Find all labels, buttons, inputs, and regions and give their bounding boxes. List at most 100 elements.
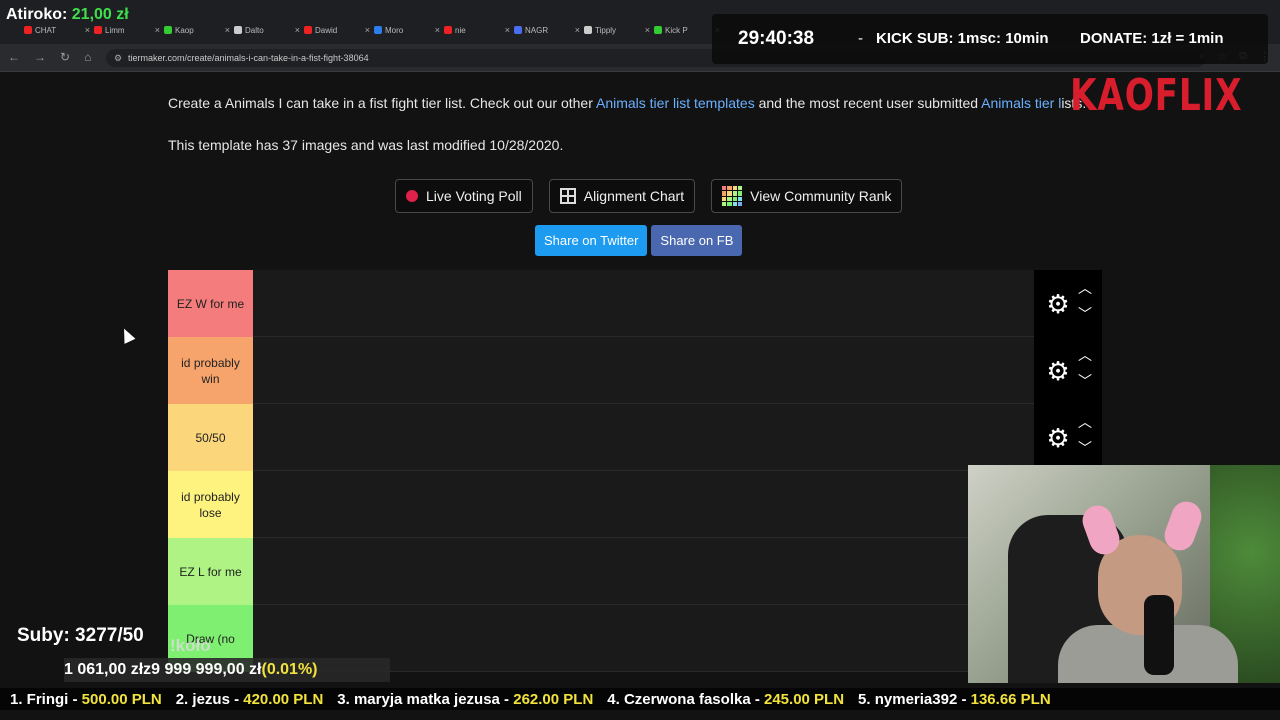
favicon-icon <box>514 26 522 34</box>
action-buttons: Live Voting Poll Alignment Chart View Co… <box>395 179 903 213</box>
tier-label[interactable]: EZ L for me <box>168 538 253 605</box>
goal-current: 1 061,00 zł <box>64 661 144 678</box>
donor-amount: 262.00 PLN <box>513 690 594 708</box>
gear-icon[interactable]: ⚙ <box>1044 424 1072 452</box>
back-icon[interactable]: ← <box>8 50 20 64</box>
close-tab-icon[interactable]: × <box>505 25 510 35</box>
gear-icon[interactable]: ⚙ <box>1044 290 1072 318</box>
goal-separator: z <box>143 661 152 678</box>
close-tab-icon[interactable]: × <box>295 25 300 35</box>
browser-tab[interactable]: Dalto × <box>234 22 300 38</box>
goal-percent: (0.01%) <box>261 661 318 678</box>
view-community-rank-button[interactable]: View Community Rank <box>711 179 903 213</box>
close-tab-icon[interactable]: × <box>225 25 230 35</box>
tier-row[interactable]: id probably lose <box>168 471 1102 538</box>
wheel-command: !koło <box>170 636 211 655</box>
color-cell <box>732 191 737 196</box>
browser-tab[interactable]: Dawid × <box>304 22 370 38</box>
browser-tab[interactable]: Kick P× <box>654 22 720 38</box>
tier-row[interactable]: id probably win ⚙ ︿ ﹀ <box>168 337 1102 404</box>
record-dot-icon <box>406 190 418 202</box>
color-cell <box>732 196 737 201</box>
move-up-icon[interactable]: ︿ <box>1078 412 1092 432</box>
animals-tier-lists-link[interactable]: Animals tier l <box>981 95 1061 111</box>
tab-label: Limm <box>105 25 125 35</box>
close-tab-icon[interactable]: × <box>365 25 370 35</box>
move-down-icon[interactable]: ﹀ <box>1078 438 1092 458</box>
ticker-entry: 2. jezus - 420.00 PLN <box>176 691 324 708</box>
tier-row[interactable]: EZ W for me ⚙ ︿ ﹀ <box>168 270 1102 337</box>
tab-label: Kaop <box>175 25 194 35</box>
favicon-icon <box>584 26 592 34</box>
tier-controls: ⚙ ︿ ﹀ <box>1034 404 1102 471</box>
home-icon[interactable]: ⌂ <box>84 50 91 64</box>
browser-tab[interactable]: Moro × <box>374 22 440 38</box>
favicon-icon <box>234 26 242 34</box>
site-info-icon[interactable]: ⚙ <box>114 49 122 67</box>
browser-tab[interactable]: Limm × <box>94 22 160 38</box>
kaoflix-logo: KAOFLIX <box>1070 70 1243 121</box>
color-cell <box>737 186 743 191</box>
move-up-icon[interactable]: ︿ <box>1078 278 1092 298</box>
donation-amount: 21,00 zł <box>71 6 129 23</box>
favicon-icon <box>24 26 32 34</box>
close-tab-icon[interactable]: × <box>435 25 440 35</box>
gear-icon[interactable]: ⚙ <box>1044 357 1072 385</box>
close-tab-icon[interactable]: × <box>575 25 580 35</box>
donate-rate: DONATE: 1zł = 1min <box>1080 30 1224 47</box>
microphone <box>1144 595 1174 675</box>
tier-controls: ⚙ ︿ ﹀ <box>1034 270 1102 337</box>
browser-tab[interactable]: CHAT × <box>24 22 90 38</box>
live-voting-poll-button[interactable]: Live Voting Poll <box>395 179 533 213</box>
move-down-icon[interactable]: ﹀ <box>1078 371 1092 391</box>
reload-icon[interactable]: ↻ <box>60 50 70 64</box>
move-up-icon[interactable]: ︿ <box>1078 345 1092 365</box>
tab-list: CHAT × Limm × Kaop × Dalto × Dawid × Moro × nie × NAGR… <box>24 22 720 38</box>
color-cell <box>727 186 732 191</box>
forward-icon[interactable]: → <box>34 50 46 64</box>
browser-tab[interactable]: NAGR × <box>514 22 580 38</box>
alignment-chart-button[interactable]: Alignment Chart <box>548 179 696 213</box>
share-buttons: Share on Twitter Share on FB <box>535 225 743 256</box>
color-grid-icon <box>722 186 743 206</box>
color-cell <box>737 191 743 196</box>
donor-amount: 500.00 PLN <box>81 690 162 708</box>
share-twitter-button[interactable]: Share on Twitter <box>535 225 648 256</box>
favicon-icon <box>654 26 662 34</box>
ticker-entry: 3. maryja matka jezusa - 262.00 PLN <box>337 691 593 708</box>
animals-templates-link[interactable]: Animals tier list templates <box>596 95 755 111</box>
close-tab-icon[interactable]: × <box>645 25 650 35</box>
tab-label: nie <box>455 25 466 35</box>
browser-tab[interactable]: Kaop × <box>164 22 230 38</box>
last-donation: Atiroko: 21,00 zł <box>6 6 129 24</box>
donor-rank-name: 4. Czerwona fasolka - <box>607 690 764 708</box>
tier-label[interactable]: id probably lose <box>168 471 253 538</box>
favicon-icon <box>374 26 382 34</box>
close-tab-icon[interactable]: × <box>155 25 160 35</box>
move-down-icon[interactable]: ﹀ <box>1078 304 1092 324</box>
color-cell <box>727 196 732 201</box>
donor-rank-name: 2. jezus - <box>175 690 244 708</box>
tier-row[interactable]: EZ L for me <box>168 538 1102 605</box>
template-meta: This template has 37 images and was last… <box>168 137 564 153</box>
tab-label: CHAT <box>35 25 57 35</box>
tier-label[interactable]: 50/50 <box>168 404 253 471</box>
browser-tab[interactable]: nie × <box>444 22 510 38</box>
tab-label: Kick P <box>665 25 688 35</box>
color-cell <box>722 201 727 206</box>
screen: CHAT × Limm × Kaop × Dalto × Dawid × Moro × nie × NAGR… <box>0 0 1280 720</box>
favicon-icon <box>164 26 172 34</box>
browser-tab[interactable]: Tipply × <box>584 22 650 38</box>
alignment-label: Alignment Chart <box>583 188 685 204</box>
share-fb-button[interactable]: Share on FB <box>651 225 743 256</box>
tier-label[interactable]: EZ W for me <box>168 270 253 337</box>
favicon-icon <box>94 26 102 34</box>
color-cell <box>737 201 743 206</box>
color-cell <box>722 191 727 196</box>
tier-row[interactable]: 50/50 ⚙ ︿ ﹀ <box>168 404 1102 471</box>
subs-counter: Suby: 3277/50 <box>17 625 144 646</box>
close-tab-icon[interactable]: × <box>85 25 90 35</box>
tier-label[interactable]: id probably win <box>168 337 253 404</box>
ticker-entry: 5. nymeria392 - 136.66 PLN <box>858 691 1051 708</box>
color-cell <box>737 196 743 201</box>
